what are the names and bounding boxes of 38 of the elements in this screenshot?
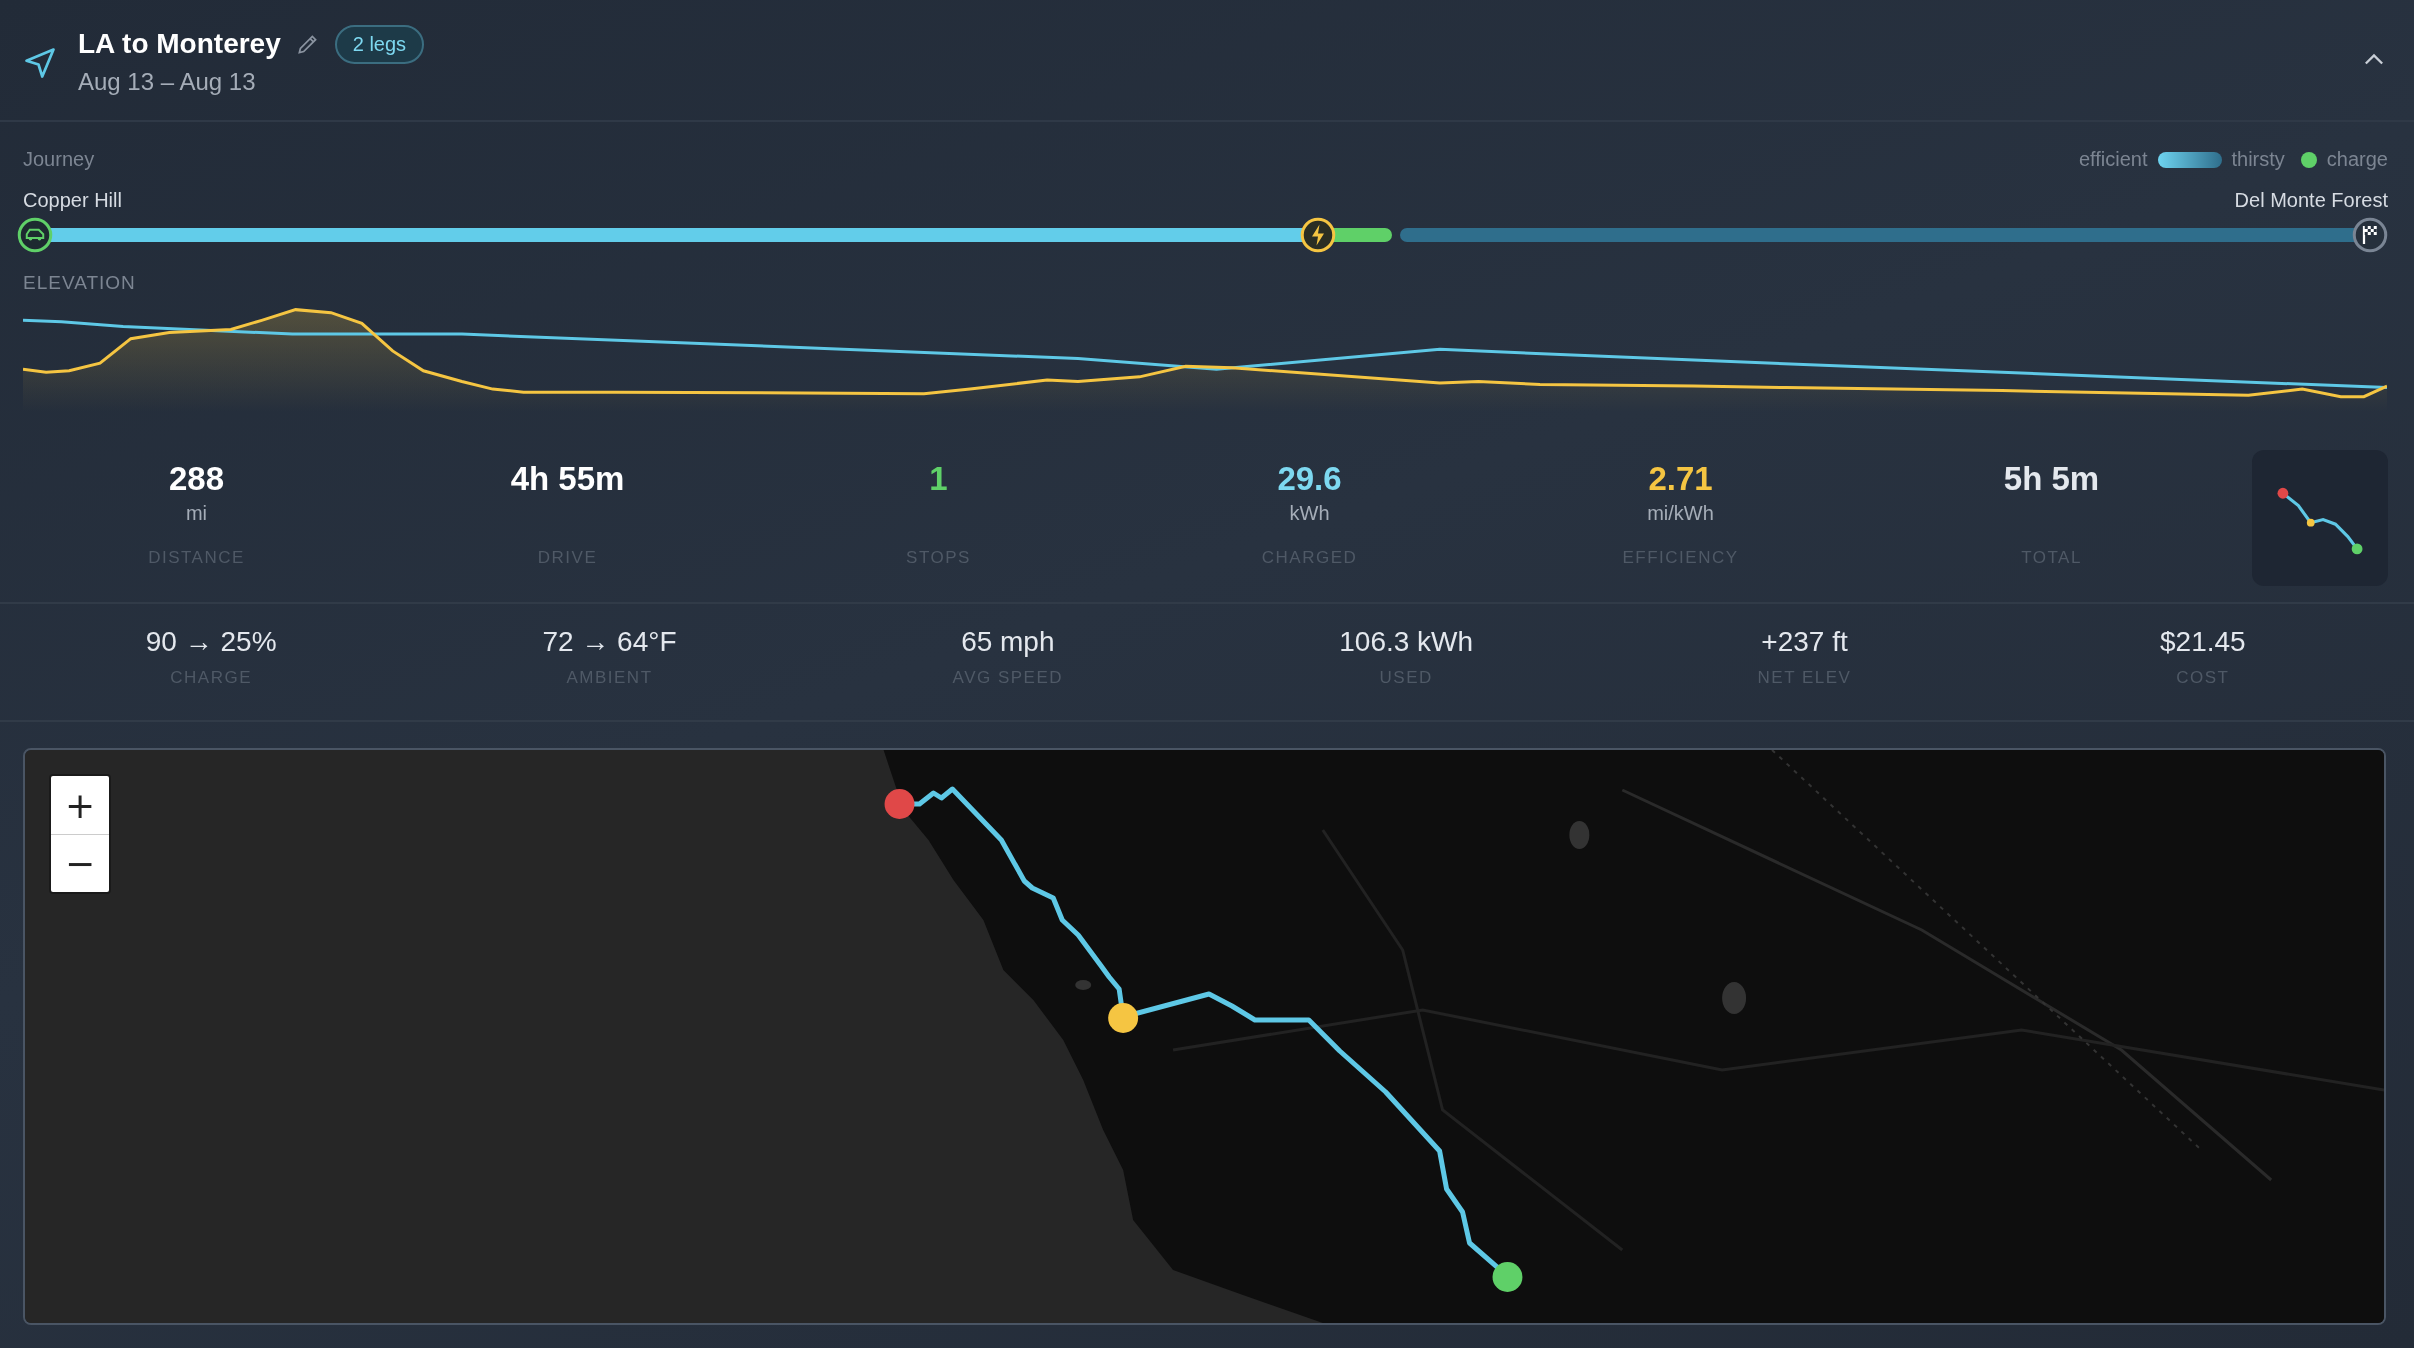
map-marker[interactable] xyxy=(1492,1262,1523,1292)
stat-value: $21.45 xyxy=(2160,626,2246,658)
legend-label: efficient xyxy=(2078,148,2148,171)
stat-value: 90 → 25% xyxy=(145,626,277,658)
stat-value: 288 xyxy=(168,460,225,498)
stat-value: 4h 55m xyxy=(510,460,625,498)
zoom-in-button[interactable]: + xyxy=(51,776,109,834)
start-location: Copper Hill xyxy=(23,189,122,212)
stat-value: 65 mph xyxy=(961,626,1055,658)
legend-dot xyxy=(2300,151,2317,168)
stat-unit: mi xyxy=(185,502,208,525)
legs-badge: 2 legs xyxy=(334,24,425,64)
route-thumbnail[interactable] xyxy=(2252,450,2388,586)
trip-dates: Aug 13 – Aug 13 xyxy=(78,67,257,96)
legend-label: charge xyxy=(2326,148,2388,171)
chart-label: ELEVATION xyxy=(23,272,137,294)
stat-value: 1 xyxy=(929,460,948,498)
map-marker[interactable] xyxy=(884,789,915,819)
stat-value: 2.71 xyxy=(1648,460,1713,498)
navigation-icon xyxy=(22,45,58,81)
end-location: Del Monte Forest xyxy=(2234,189,2388,212)
legend-label: thirsty xyxy=(2231,148,2285,171)
checkered-flag-icon xyxy=(2352,217,2388,253)
trip-title: LA to Monterey xyxy=(78,28,281,60)
map[interactable]: + − xyxy=(23,748,2386,1325)
stat-unit: kWh xyxy=(1289,502,1330,525)
stat-value: 72 → 64°F xyxy=(542,626,677,658)
lightning-icon xyxy=(1300,217,1337,253)
zoom-out-button[interactable]: − xyxy=(51,834,109,892)
stat-value: 29.6 xyxy=(1277,460,1342,498)
stat-unit: mi/kWh xyxy=(1647,502,1714,525)
map-marker[interactable] xyxy=(1108,1003,1139,1033)
stat-value: 5h 5m xyxy=(2003,460,2100,498)
section-label: Journey xyxy=(23,148,95,171)
car-icon xyxy=(17,217,53,253)
stat-value: +237 ft xyxy=(1761,626,1848,658)
stat-value: 106.3 kWh xyxy=(1339,626,1474,658)
legend-gradient xyxy=(2157,151,2222,168)
